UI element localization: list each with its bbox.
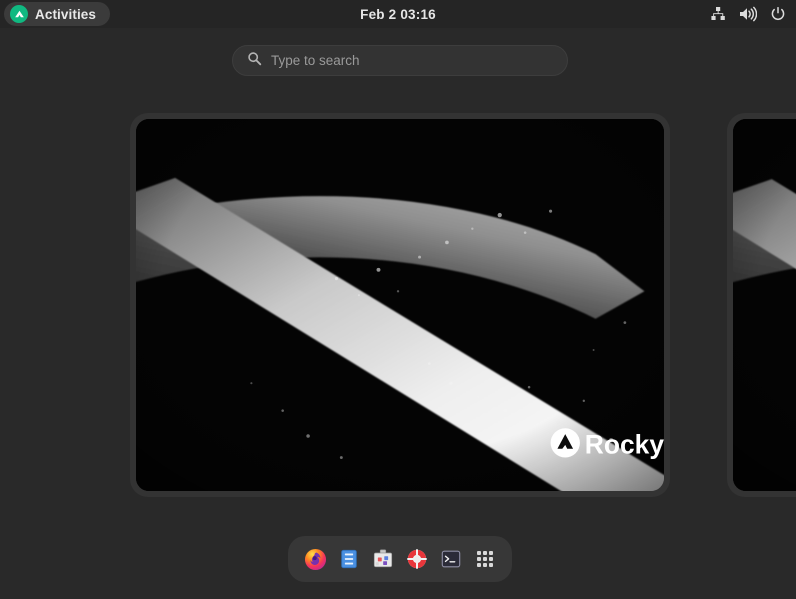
app-grid-icon [477, 551, 493, 567]
dash-dock [288, 536, 512, 582]
dock-item-software[interactable] [371, 547, 395, 571]
workspace-2-screen[interactable] [733, 119, 796, 491]
dock-item-help[interactable] [405, 547, 429, 571]
volume-icon[interactable] [739, 5, 757, 23]
rocky-linux-icon [10, 5, 28, 23]
wallpaper-rocky-logo: Rocky [550, 428, 664, 460]
workspace-thumbnail-2[interactable] [727, 113, 796, 497]
search-input[interactable]: Type to search [232, 45, 568, 76]
dock-item-firefox[interactable] [303, 547, 327, 571]
dock-item-terminal[interactable] [439, 547, 463, 571]
workspace-thumbnails: Rocky [0, 105, 796, 505]
network-wired-icon[interactable] [709, 5, 727, 23]
power-icon[interactable] [769, 5, 787, 23]
workspace-thumbnail-1[interactable]: Rocky [130, 113, 670, 497]
panel-clock[interactable]: Feb 2 03:16 [0, 7, 796, 22]
workspace-1-screen[interactable]: Rocky [136, 119, 664, 491]
search-placeholder: Type to search [271, 53, 360, 68]
panel-status-area [709, 5, 787, 23]
dock-item-text-editor[interactable] [337, 547, 361, 571]
svg-text:Rocky: Rocky [585, 430, 664, 460]
dock-item-show-apps[interactable] [473, 547, 497, 571]
activities-button[interactable]: Activities [4, 2, 111, 26]
search-icon [247, 51, 262, 71]
activities-label: Activities [35, 6, 97, 22]
top-panel: Activities Feb 2 03:16 [0, 0, 796, 28]
